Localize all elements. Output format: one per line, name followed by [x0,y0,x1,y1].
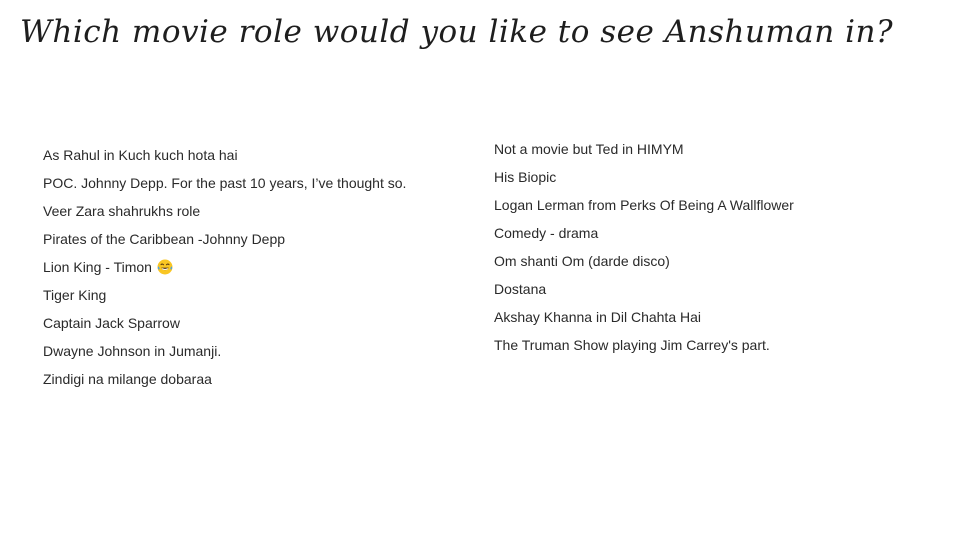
response-text: Comedy - drama [494,225,599,241]
response-text: POC. Johnny Depp. For the past 10 years,… [43,175,407,191]
slide: Which movie role would you like to see A… [0,0,960,540]
response-text: Zindigi na milange dobaraa [43,371,212,387]
response-text: As Rahul in Kuch kuch hota hai [43,147,238,163]
response-item: The Truman Show playing Jim Carrey's par… [494,336,934,364]
response-item: Dwayne Johnson in Jumanji. [43,342,463,370]
response-text: Dwayne Johnson in Jumanji. [43,343,222,359]
response-text: Pirates of the Caribbean -Johnny Depp [43,231,286,247]
response-text: Logan Lerman from Perks Of Being A Wallf… [494,197,794,213]
response-text: Veer Zara shahrukhs role [43,203,201,219]
response-text: Lion King - Timon [43,259,152,275]
response-text: Not a movie but Ted in HIMYM [494,141,684,157]
response-item: Zindigi na milange dobaraa [43,370,463,398]
face-with-tears-of-joy-icon [157,259,173,275]
response-item: Tiger King [43,286,463,314]
responses-left-column: As Rahul in Kuch kuch hota hai POC. John… [43,146,463,398]
response-text: Captain Jack Sparrow [43,315,180,331]
response-text: Om shanti Om (darde disco) [494,253,670,269]
slide-title: Which movie role would you like to see A… [20,14,894,50]
response-item: Dostana [494,280,934,308]
response-text: Dostana [494,281,547,297]
response-item: Lion King - Timon [43,258,463,286]
response-item: Not a movie but Ted in HIMYM [494,140,934,168]
response-text: His Biopic [494,169,557,185]
response-item: Captain Jack Sparrow [43,314,463,342]
response-item: Akshay Khanna in Dil Chahta Hai [494,308,934,336]
response-item: Comedy - drama [494,224,934,252]
response-item: POC. Johnny Depp. For the past 10 years,… [43,174,463,202]
response-item: His Biopic [494,168,934,196]
response-item: Pirates of the Caribbean -Johnny Depp [43,230,463,258]
responses-right-column: Not a movie but Ted in HIMYM His Biopic … [494,140,934,364]
response-text: The Truman Show playing Jim Carrey's par… [494,337,770,353]
response-text: Akshay Khanna in Dil Chahta Hai [494,309,702,325]
response-item: Veer Zara shahrukhs role [43,202,463,230]
response-text: Tiger King [43,287,107,303]
response-item: Om shanti Om (darde disco) [494,252,934,280]
response-item: Logan Lerman from Perks Of Being A Wallf… [494,196,934,224]
response-item: As Rahul in Kuch kuch hota hai [43,146,463,174]
